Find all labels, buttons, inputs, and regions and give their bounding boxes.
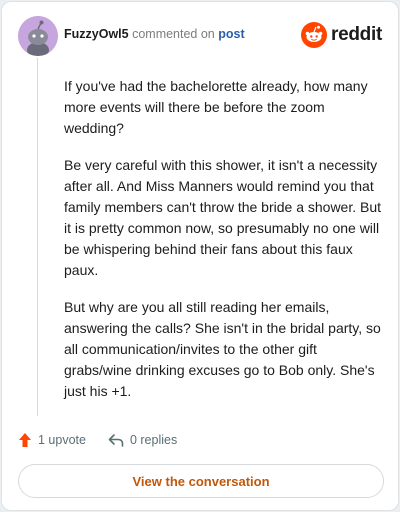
post-link[interactable]: post bbox=[218, 27, 244, 41]
thread-line bbox=[37, 58, 38, 416]
comment-footer: 1 upvote 0 replies bbox=[18, 430, 199, 450]
replies-button[interactable]: 0 replies bbox=[108, 433, 177, 447]
reddit-logo-icon bbox=[301, 22, 328, 48]
username[interactable]: FuzzyOwl5 bbox=[64, 27, 129, 41]
comment-meta: FuzzyOwl5 commented on post bbox=[64, 27, 245, 41]
action-text: commented on bbox=[132, 27, 215, 41]
reddit-wordmark: reddit bbox=[331, 24, 382, 45]
reddit-logo[interactable]: reddit bbox=[301, 22, 382, 48]
comment-card: FuzzyOwl5 commented on post reddit If yo… bbox=[1, 1, 399, 511]
avatar[interactable] bbox=[18, 16, 58, 56]
upvote-button[interactable]: 1 upvote bbox=[18, 432, 86, 448]
reply-icon bbox=[108, 434, 124, 447]
comment-header: FuzzyOwl5 commented on post reddit bbox=[18, 16, 382, 56]
comment-body: If you've had the bachelorette already, … bbox=[64, 76, 382, 418]
comment-paragraph: If you've had the bachelorette already, … bbox=[64, 78, 368, 136]
comment-paragraph: But why are you all still reading her em… bbox=[64, 299, 381, 399]
reply-count: 0 replies bbox=[129, 433, 178, 447]
snoo-avatar-icon bbox=[18, 16, 58, 56]
view-conversation-button[interactable]: View the conversation bbox=[18, 464, 384, 498]
upvote-arrow-icon bbox=[19, 433, 31, 447]
upvote-count: 1 upvote bbox=[38, 433, 86, 447]
comment-paragraph: Be very careful with this shower, it isn… bbox=[64, 157, 382, 278]
